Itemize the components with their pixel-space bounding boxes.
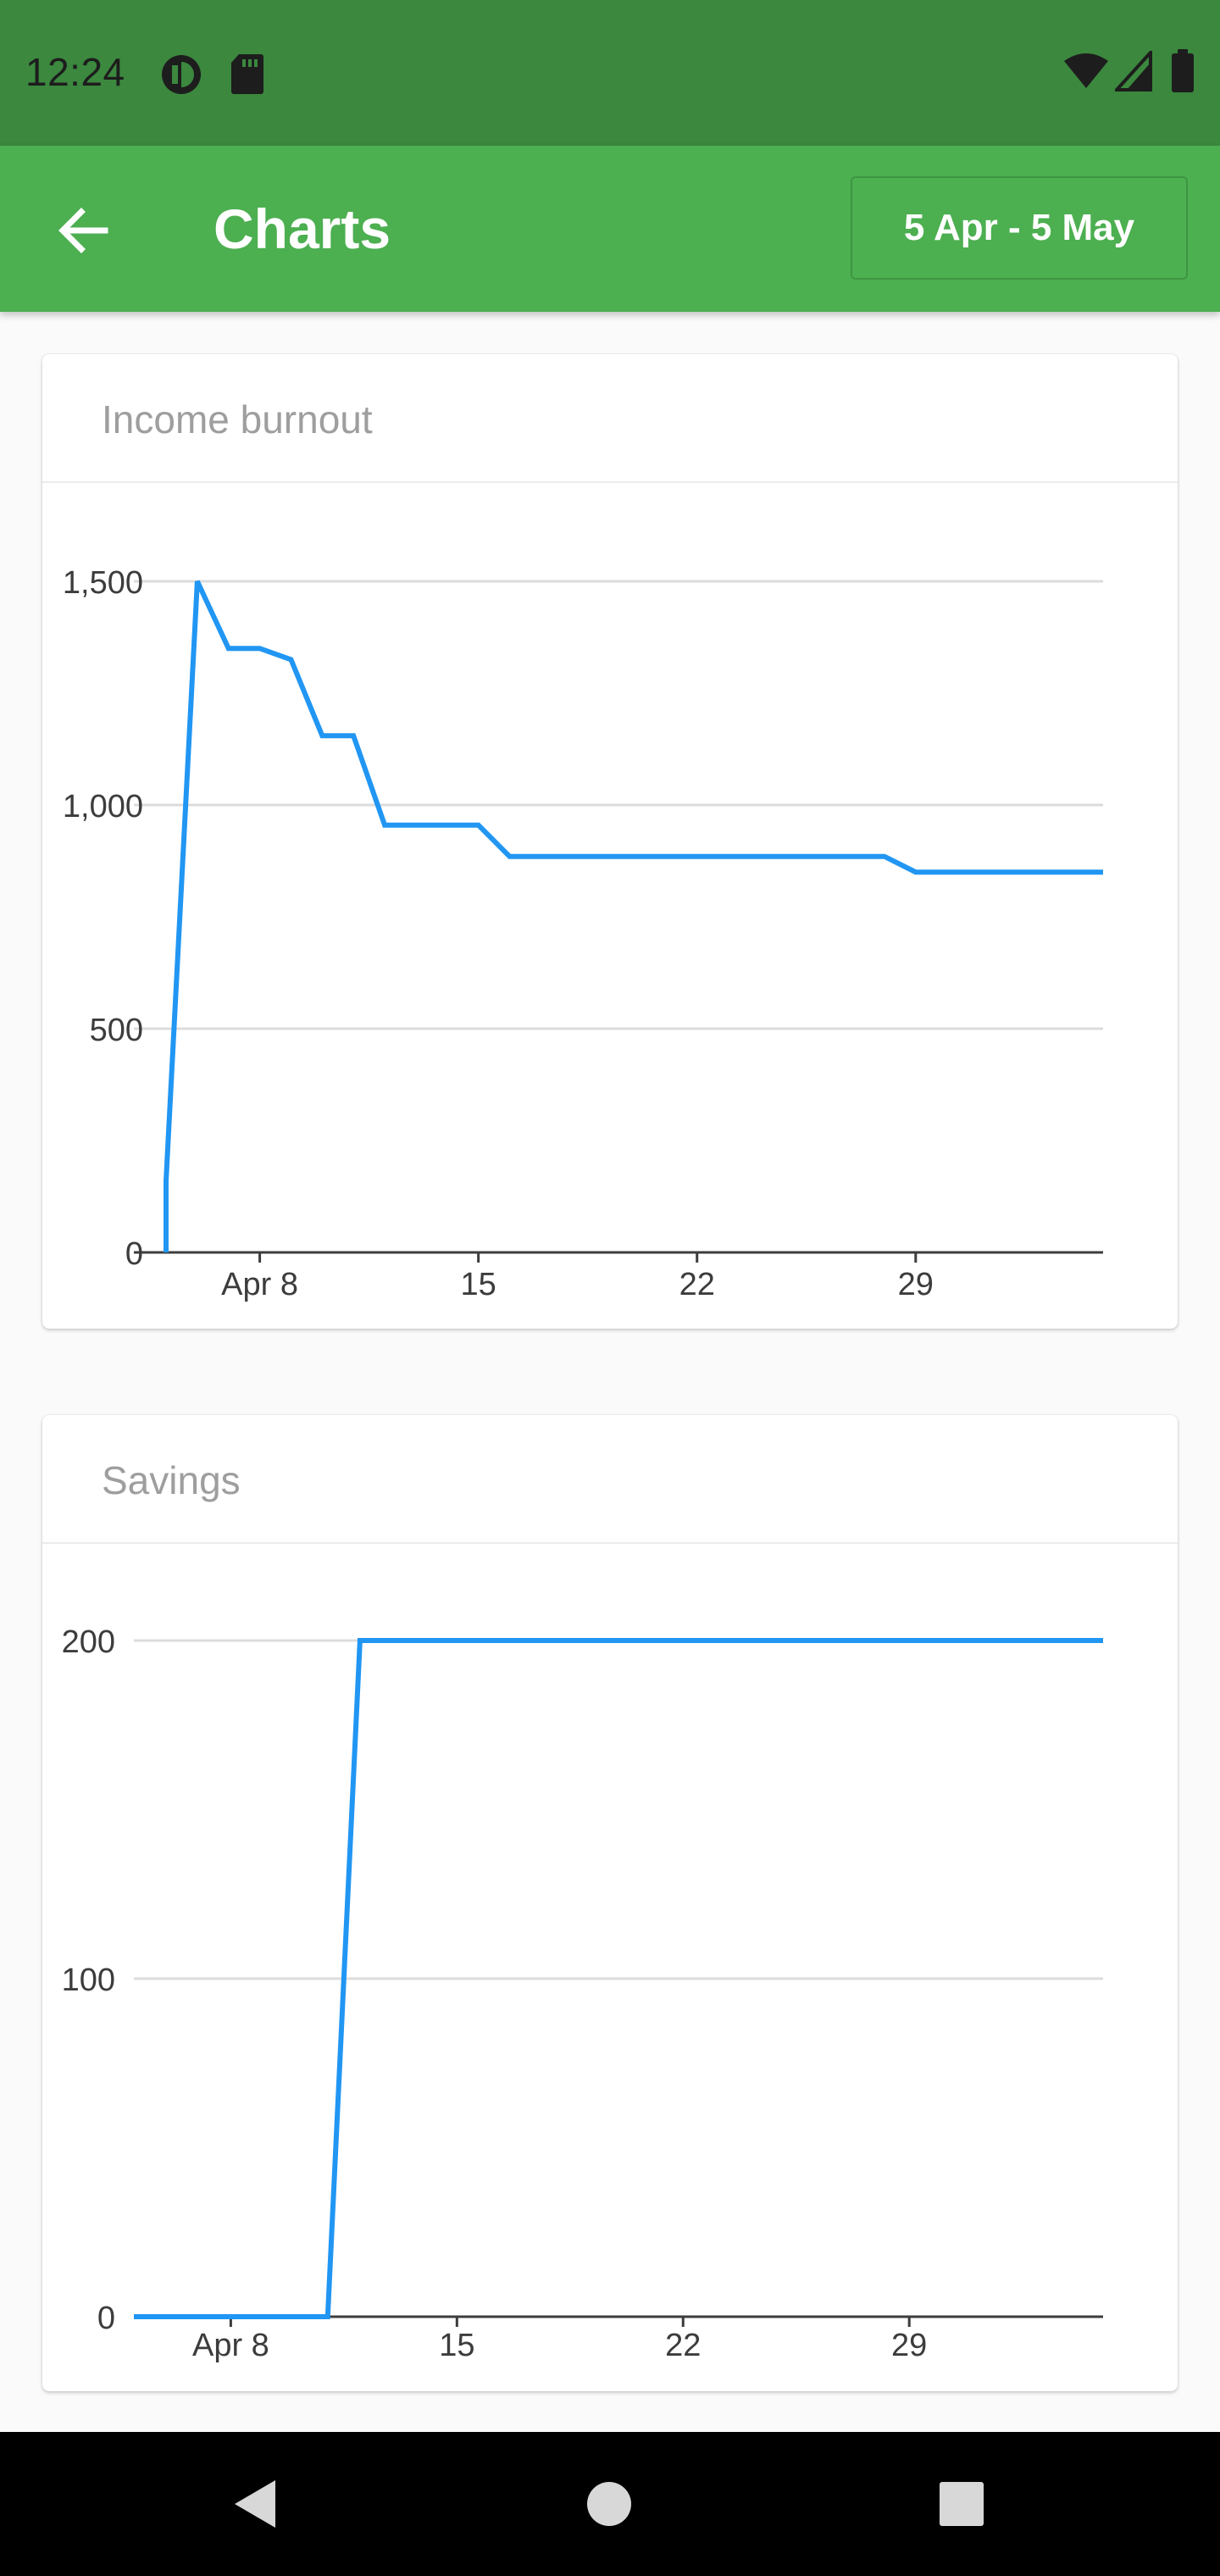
income-burnout-card: Income burnout 0 500 1,000 1,500 Apr 8 15 22 29 bbox=[42, 354, 1178, 1329]
nav-back-button[interactable] bbox=[217, 2466, 293, 2542]
recents-square-icon bbox=[940, 2482, 984, 2526]
y-tick-label: 0 bbox=[97, 2301, 115, 2336]
page-title: Charts bbox=[214, 197, 391, 260]
x-tick-label: Apr 8 bbox=[221, 1267, 298, 1302]
nav-home-button[interactable] bbox=[571, 2466, 647, 2542]
x-tick-label: 15 bbox=[439, 2328, 474, 2363]
series-line bbox=[164, 580, 1103, 1252]
status-bar: 12:24 bbox=[0, 0, 1220, 146]
x-tick-label: 29 bbox=[898, 1267, 934, 1302]
cellular-signal-icon bbox=[1115, 51, 1152, 92]
x-tick-label: 22 bbox=[665, 2328, 701, 2363]
x-tick-label: Apr 8 bbox=[192, 2328, 269, 2363]
arrow-back-icon bbox=[58, 208, 108, 253]
sd-card-icon bbox=[231, 54, 263, 94]
y-tick-label: 1,000 bbox=[63, 789, 143, 824]
savings-card: Savings 0 100 200 Apr 8 15 22 29 bbox=[42, 1415, 1178, 2391]
savings-chart: 0 100 200 Apr 8 15 22 29 bbox=[62, 1624, 1103, 2363]
y-tick-label: 1,500 bbox=[63, 565, 143, 601]
y-tick-label: 200 bbox=[62, 1624, 115, 1660]
income-burnout-chart: 0 500 1,000 1,500 Apr 8 15 22 29 bbox=[63, 565, 1103, 1302]
back-button[interactable] bbox=[42, 190, 124, 271]
status-time: 12:24 bbox=[25, 50, 125, 94]
x-tick-label: 15 bbox=[461, 1267, 496, 1302]
nav-recents-button[interactable] bbox=[923, 2466, 1000, 2542]
y-tick-label: 500 bbox=[90, 1013, 143, 1048]
x-tick-label: 29 bbox=[891, 2328, 927, 2363]
x-tick-label: 22 bbox=[679, 1267, 715, 1302]
wifi-icon bbox=[1064, 53, 1108, 88]
date-range-button[interactable]: 5 Apr - 5 May bbox=[851, 176, 1188, 280]
data-saver-icon bbox=[162, 55, 201, 94]
home-circle-icon bbox=[587, 2482, 631, 2526]
back-triangle-icon bbox=[235, 2480, 275, 2528]
battery-icon bbox=[1172, 49, 1194, 92]
app-bar: Charts 5 Apr - 5 May bbox=[0, 146, 1220, 312]
navigation-bar bbox=[0, 2432, 1220, 2576]
y-tick-label: 100 bbox=[62, 1963, 115, 1998]
y-tick-label: 0 bbox=[125, 1236, 143, 1272]
